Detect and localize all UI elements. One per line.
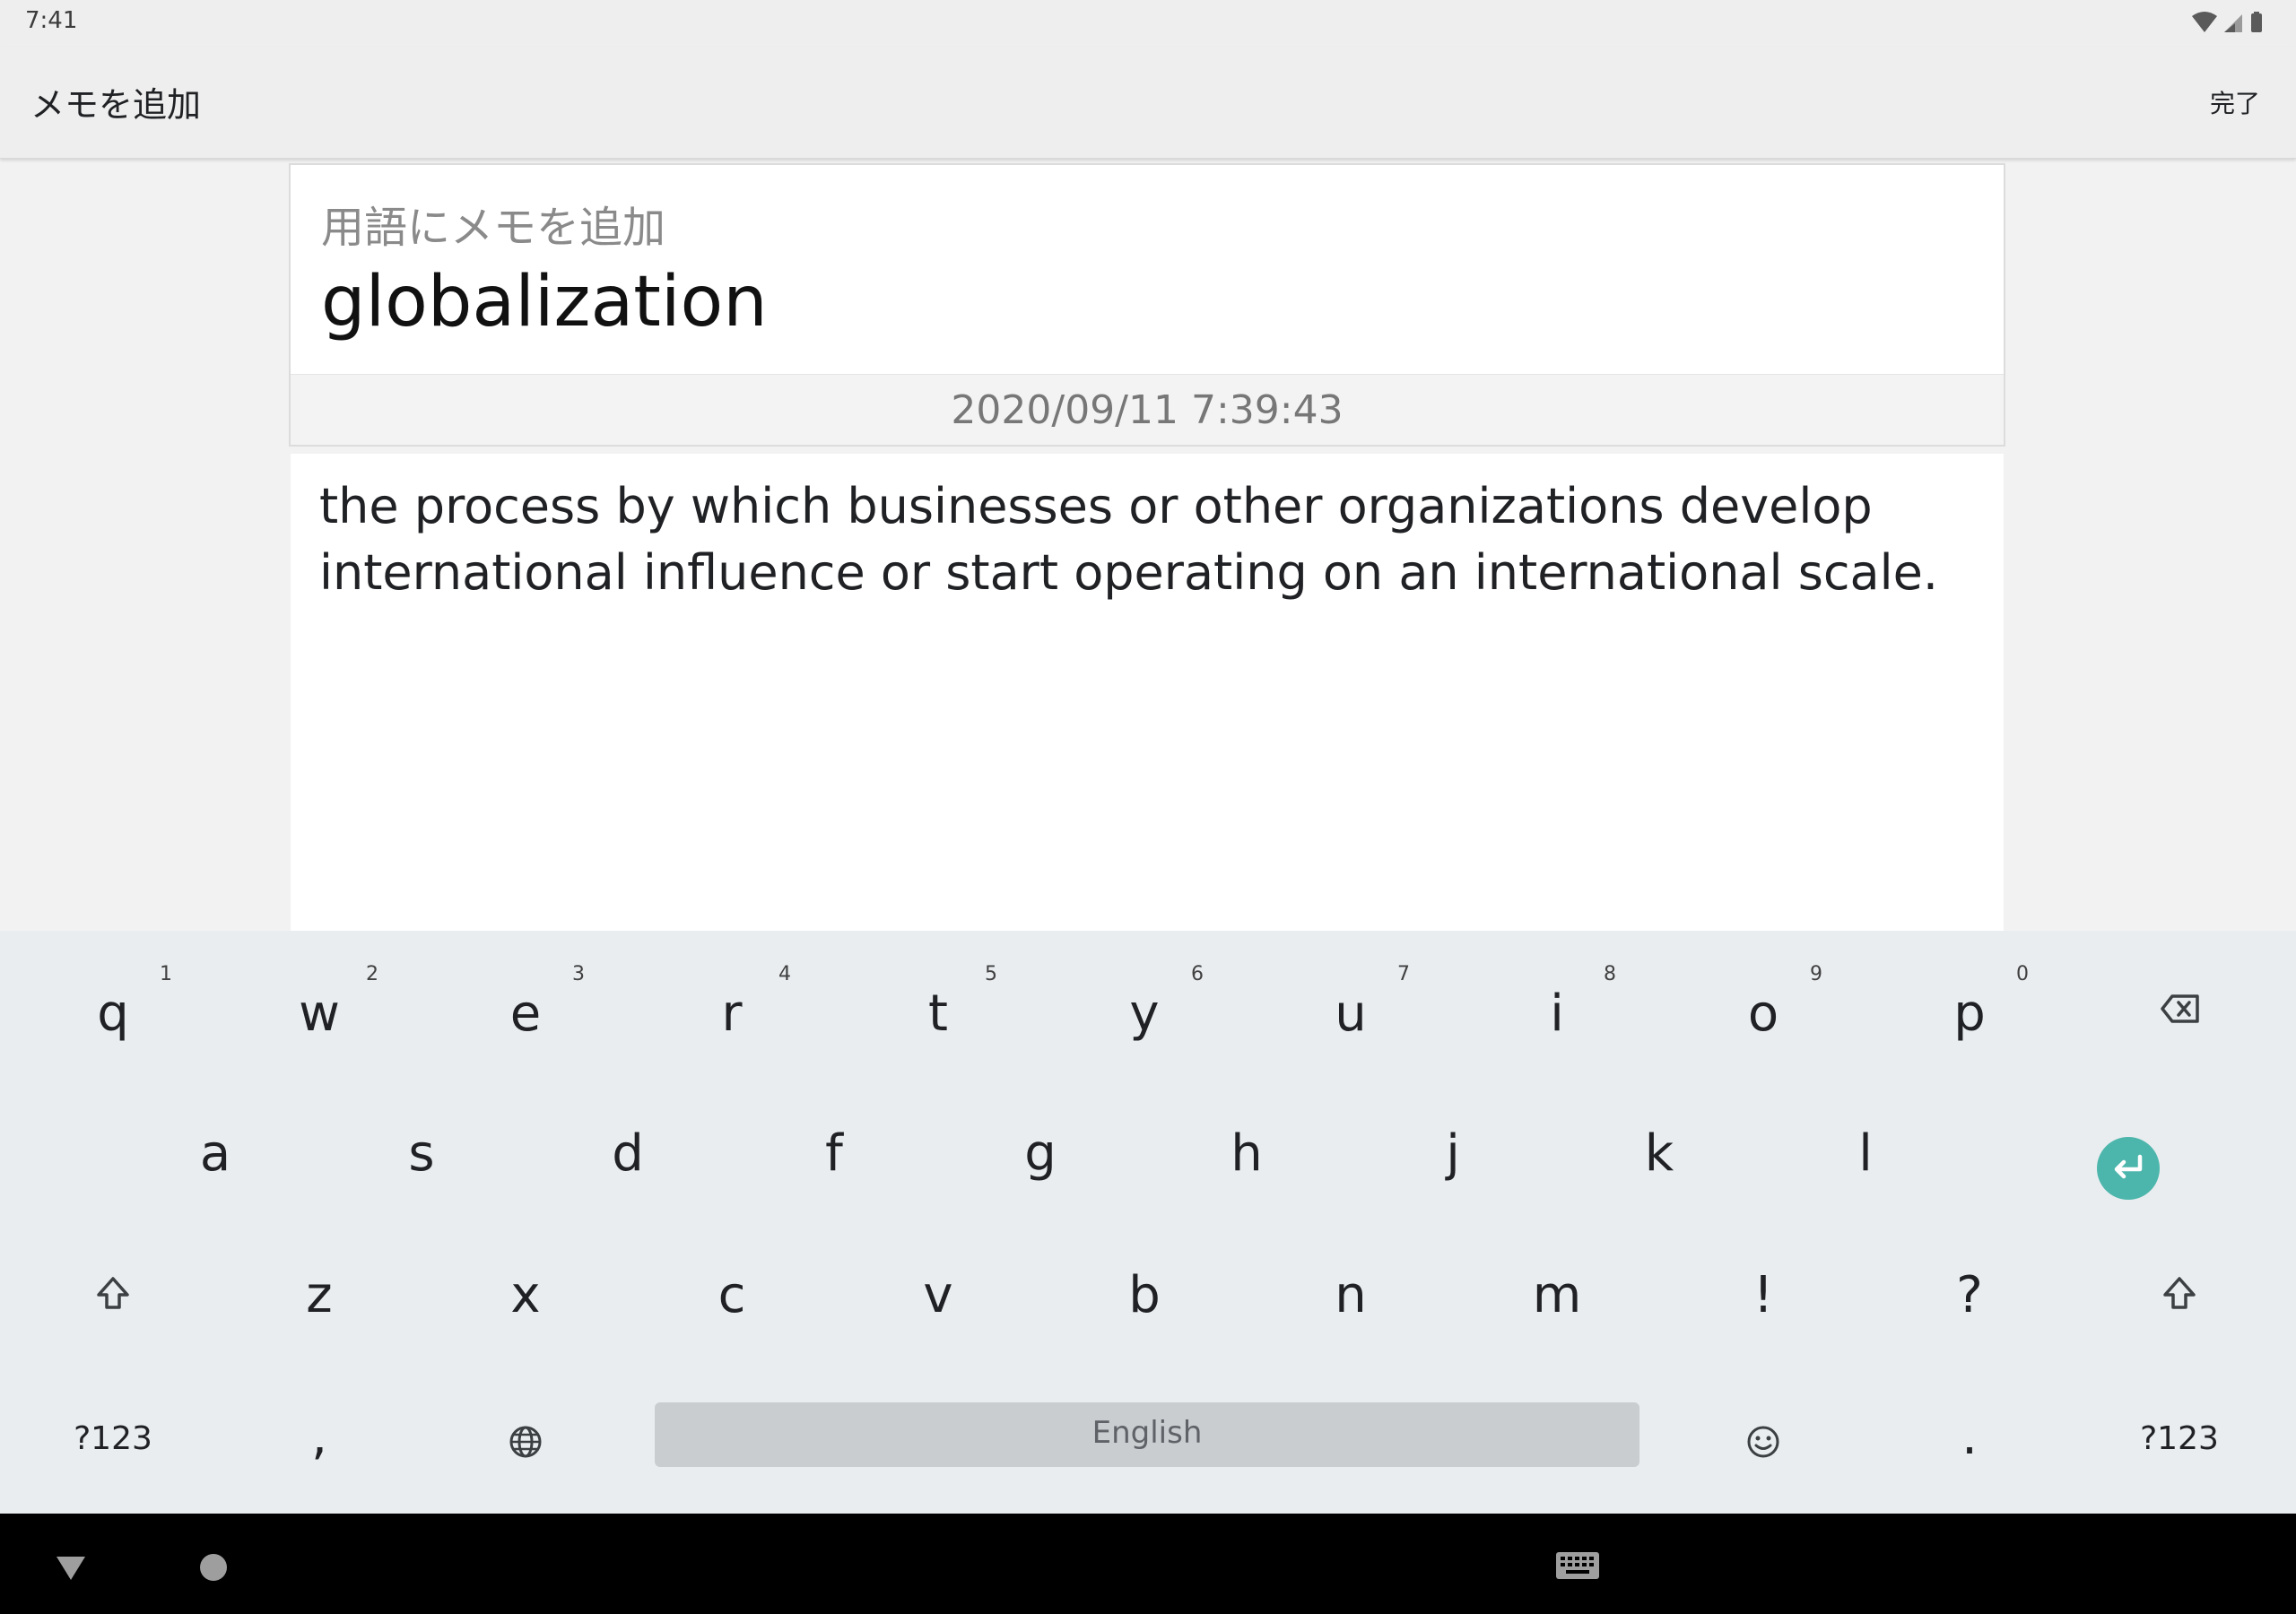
backspace-icon <box>2161 994 2199 1023</box>
status-icons <box>2192 12 2262 32</box>
term-card: 用語にメモを追加 globalization 2020/09/11 7:39:4… <box>289 163 2005 447</box>
key-d[interactable]: d <box>538 1094 718 1219</box>
key-g[interactable]: g <box>951 1094 1130 1219</box>
shift-icon <box>2163 1277 2196 1309</box>
navigation-bar <box>0 1514 2296 1614</box>
status-time: 7:41 <box>25 7 78 34</box>
key-r[interactable]: r4 <box>642 954 822 1080</box>
shift-icon <box>97 1277 129 1309</box>
status-bar: 7:41 <box>0 0 2296 47</box>
battery-icon <box>2251 13 2262 32</box>
key-x[interactable]: x <box>436 1236 615 1361</box>
globe-key[interactable] <box>436 1377 615 1503</box>
key-p[interactable]: p0 <box>1880 954 2059 1080</box>
key-b[interactable]: b <box>1055 1236 1234 1361</box>
key-j[interactable]: j <box>1363 1094 1543 1219</box>
key-z[interactable]: z <box>230 1236 409 1361</box>
done-button[interactable]: 完了 <box>2210 84 2260 120</box>
home-circle-icon[interactable] <box>199 1553 228 1582</box>
shift-key-right[interactable] <box>2090 1236 2269 1361</box>
key-comma[interactable]: , <box>230 1377 409 1503</box>
shift-key-left[interactable] <box>23 1236 203 1361</box>
key-i[interactable]: i8 <box>1467 954 1647 1080</box>
emoji-icon <box>1747 1426 1779 1458</box>
term-title: globalization <box>321 262 768 343</box>
emoji-key[interactable] <box>1674 1377 1853 1503</box>
symbols-key-left[interactable]: ?123 <box>23 1377 203 1503</box>
key-y[interactable]: y6 <box>1055 954 1234 1080</box>
key-t[interactable]: t5 <box>848 954 1028 1080</box>
key-u[interactable]: u7 <box>1261 954 1440 1080</box>
wifi-icon <box>2192 12 2217 32</box>
key-a[interactable]: a <box>126 1094 305 1219</box>
key-period[interactable]: . <box>1880 1377 2059 1503</box>
memo-textarea[interactable]: the process by which businesses or other… <box>291 454 2004 931</box>
key-m[interactable]: m <box>1467 1236 1647 1361</box>
key-f[interactable]: f <box>744 1094 924 1219</box>
card-subtitle: 用語にメモを追加 <box>321 203 666 253</box>
app-bar: メモを追加 完了 <box>0 47 2296 159</box>
enter-key[interactable] <box>2097 1137 2160 1200</box>
key-l[interactable]: l <box>1776 1094 1955 1219</box>
soft-keyboard: q1 w2 e3 r4 t5 y6 u7 i8 o9 p0 a s d f g … <box>0 931 2296 1514</box>
key-c[interactable]: c <box>642 1236 822 1361</box>
symbols-key-right[interactable]: ?123 <box>2090 1377 2269 1503</box>
key-q[interactable]: q1 <box>23 954 203 1080</box>
enter-icon <box>2114 1154 2143 1179</box>
backspace-key[interactable] <box>2090 954 2269 1080</box>
globe-icon <box>509 1426 542 1458</box>
key-k[interactable]: k <box>1570 1094 1749 1219</box>
key-e[interactable]: e3 <box>436 954 615 1080</box>
memo-text: the process by which businesses or other… <box>319 478 1938 601</box>
key-o[interactable]: o9 <box>1674 954 1853 1080</box>
key-n[interactable]: n <box>1261 1236 1440 1361</box>
key-h[interactable]: h <box>1157 1094 1336 1219</box>
page-title: メモを追加 <box>30 85 202 125</box>
key-exclamation[interactable]: ! <box>1674 1236 1853 1361</box>
keyboard-switch-icon[interactable] <box>1555 1551 1600 1584</box>
key-s[interactable]: s <box>332 1094 511 1219</box>
space-bar[interactable]: English <box>655 1402 1639 1467</box>
key-w[interactable]: w2 <box>230 954 409 1080</box>
back-triangle-icon[interactable] <box>54 1553 88 1582</box>
timestamp: 2020/09/11 7:39:43 <box>951 387 1344 433</box>
key-question[interactable]: ? <box>1880 1236 2059 1361</box>
timestamp-row: 2020/09/11 7:39:43 <box>291 374 2004 445</box>
key-v[interactable]: v <box>848 1236 1028 1361</box>
